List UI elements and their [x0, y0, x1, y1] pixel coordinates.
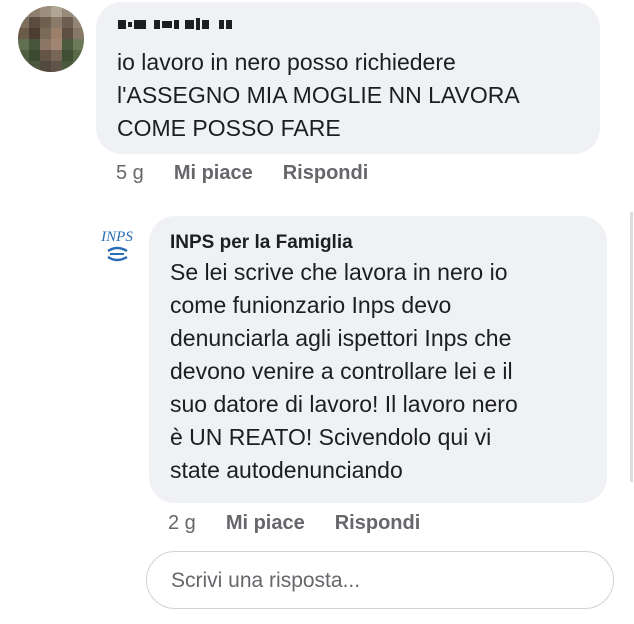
reply-box [146, 551, 614, 609]
like-button[interactable]: Mi piace [174, 162, 253, 185]
comment-actions: 2 g Mi piace Rispondi [168, 512, 450, 535]
comment-author[interactable]: INPS per la Famiglia [170, 232, 353, 254]
like-button[interactable]: Mi piace [226, 512, 305, 535]
comment-bubble-user: io lavoro in nero posso richiedere l'ASS… [96, 2, 600, 154]
pixelated-avatar-image [18, 6, 84, 72]
comment-text: Se lei scrive che lavora in nero io come… [170, 259, 518, 483]
reply-button[interactable]: Rispondi [283, 162, 369, 185]
user-avatar-pixelated[interactable] [18, 6, 84, 72]
comment-timestamp[interactable]: 2 g [168, 512, 196, 535]
comment-actions: 5 g Mi piace Rispondi [116, 162, 398, 185]
reply-button[interactable]: Rispondi [335, 512, 421, 535]
reply-input[interactable] [169, 564, 593, 598]
inps-logo-lettering: INPS [100, 229, 133, 245]
author-name-redacted[interactable] [118, 16, 298, 32]
scrollbar-edge [630, 212, 633, 482]
comment-text: io lavoro in nero posso richiedere l'ASS… [117, 49, 520, 141]
comment-timestamp[interactable]: 5 g [116, 162, 144, 185]
inps-logo-icon[interactable]: INPS [100, 223, 134, 267]
comment-bubble-inps: INPS per la Famiglia Se lei scrive che l… [149, 216, 607, 503]
